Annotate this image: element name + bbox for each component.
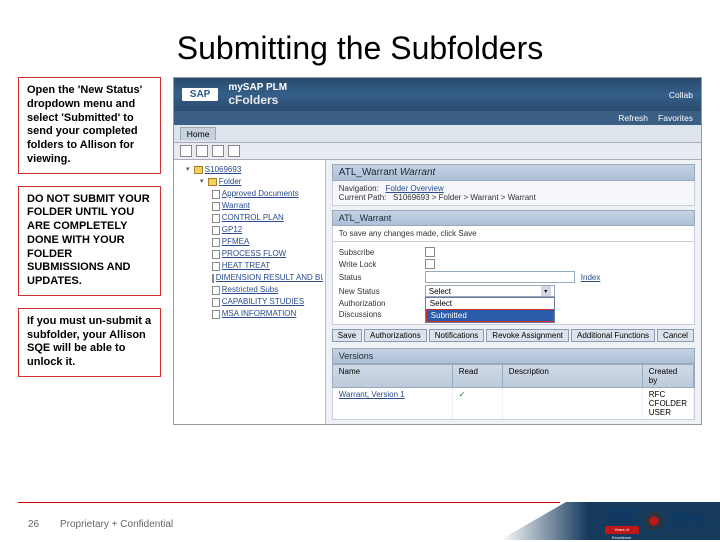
nav-area: Navigation: Folder Overview Current Path… — [332, 181, 695, 206]
save-hint: To save any changes made, click Save — [332, 226, 695, 242]
form-area: Subscribe Write Lock Status Index New Sta… — [332, 242, 695, 325]
brand-name: Allison Transmission — [669, 513, 710, 530]
refresh-link[interactable]: Refresh — [618, 113, 648, 123]
label-newstatus: New Status — [339, 287, 419, 296]
versions-header: Name Read Description Created by — [332, 364, 695, 388]
authorizations-button[interactable]: Authorizations — [364, 329, 427, 342]
chevron-down-icon: ▾ — [541, 286, 551, 296]
tree-item[interactable]: GP12 — [176, 224, 323, 236]
tree-item[interactable]: MSA INFORMATION — [176, 308, 323, 320]
save-button[interactable]: Save — [332, 329, 362, 342]
left-column: Open the 'New Status' dropdown menu and … — [18, 77, 161, 425]
subscribe-checkbox[interactable] — [425, 247, 435, 257]
label-discussions: Discussions — [339, 310, 419, 319]
panel-title: ATL_Warrant Warrant — [332, 164, 695, 181]
sap-app: SAP mySAP PLM cFolders Collab Refresh Fa… — [173, 77, 702, 425]
versions-title: Versions — [332, 348, 695, 364]
allison-logo: 100 Years of Excellence Allison Transmis… — [605, 506, 710, 536]
writelock-checkbox[interactable] — [425, 259, 435, 269]
tree-item[interactable]: Restricted Subs — [176, 284, 323, 296]
status-field — [425, 271, 575, 283]
tree-item[interactable]: DIMENSION RESULT AND BUBBLE PRINT — [176, 272, 323, 284]
cancel-button[interactable]: Cancel — [657, 329, 694, 342]
section-title: ATL_Warrant — [332, 210, 695, 226]
tree-item[interactable]: HEAT TREAT — [176, 260, 323, 272]
page-title: Submitting the Subfolders — [0, 0, 720, 77]
sap-header: SAP mySAP PLM cFolders Collab — [174, 78, 701, 111]
tree-item[interactable]: CONTROL PLAN — [176, 212, 323, 224]
footer-divider — [18, 502, 560, 503]
tree-item[interactable]: PFMEA — [176, 236, 323, 248]
newstatus-dropdown[interactable]: Select▾ Select Submitted — [425, 285, 555, 297]
label-status: Status — [339, 273, 419, 282]
sap-main: ATL_Warrant Warrant Navigation: Folder O… — [326, 160, 701, 424]
dropdown-list: Select Submitted — [425, 297, 555, 323]
tree-item[interactable]: Approved Documents — [176, 188, 323, 200]
label-subscribe: Subscribe — [339, 248, 419, 257]
dropdown-option-submitted[interactable]: Submitted — [426, 309, 554, 322]
toolbar-icon[interactable] — [180, 145, 192, 157]
additional-functions-button[interactable]: Additional Functions — [571, 329, 655, 342]
gear-icon — [645, 512, 663, 530]
label-writelock: Write Lock — [339, 260, 419, 269]
versions-section: Versions Name Read Description Created b… — [332, 348, 695, 420]
content-area: Open the 'New Status' dropdown menu and … — [0, 77, 720, 425]
revoke-button[interactable]: Revoke Assignment — [486, 329, 569, 342]
sap-plm-label: mySAP PLM — [228, 82, 287, 93]
footer: 26 Proprietary + Confidential 100 Years … — [0, 502, 720, 540]
toolbar-icon[interactable] — [228, 145, 240, 157]
tab-home[interactable]: Home — [180, 127, 217, 140]
toolbar-icon[interactable] — [196, 145, 208, 157]
favorites-link[interactable]: Favorites — [658, 113, 693, 123]
sap-body: ▾S1069693 ▾Folder Approved Documents War… — [174, 160, 701, 424]
version-row[interactable]: Warrant, Version 1 RFC CFOLDER USER — [332, 388, 695, 420]
callout-warning: DO NOT SUBMIT YOUR FOLDER UNTIL YOU ARE … — [18, 186, 161, 296]
tree-item[interactable]: ▾Folder — [176, 176, 323, 188]
screenshot-panel: SAP mySAP PLM cFolders Collab Refresh Fa… — [173, 77, 702, 425]
folder-overview-link[interactable]: Folder Overview — [385, 184, 443, 193]
sap-toolbar: Home — [174, 125, 701, 143]
callout-instruction: Open the 'New Status' dropdown menu and … — [18, 77, 161, 174]
index-link[interactable]: Index — [581, 273, 601, 282]
folder-tree: ▾S1069693 ▾Folder Approved Documents War… — [174, 160, 326, 424]
tree-item[interactable]: CAPABILITY STUDIES — [176, 296, 323, 308]
tree-root[interactable]: ▾S1069693 — [176, 164, 323, 176]
callout-unsubmit: If you must un-submit a subfolder, your … — [18, 308, 161, 377]
confidential-label: Proprietary + Confidential — [60, 519, 173, 530]
tree-item[interactable]: Warrant — [176, 200, 323, 212]
button-row: Save Authorizations Notifications Revoke… — [332, 329, 695, 342]
dropdown-option[interactable]: Select — [426, 298, 554, 309]
page-number: 26 — [28, 519, 39, 530]
label-authorization: Authorization — [339, 299, 419, 308]
collab-label: Collab — [669, 90, 693, 100]
toolbar-icon[interactable] — [212, 145, 224, 157]
sap-logo: SAP — [182, 88, 219, 101]
notifications-button[interactable]: Notifications — [429, 329, 485, 342]
hundred-badge: 100 Years of Excellence — [605, 506, 639, 536]
tree-item[interactable]: PROCESS FLOW — [176, 248, 323, 260]
sap-cfolders-label: cFolders — [228, 93, 278, 107]
